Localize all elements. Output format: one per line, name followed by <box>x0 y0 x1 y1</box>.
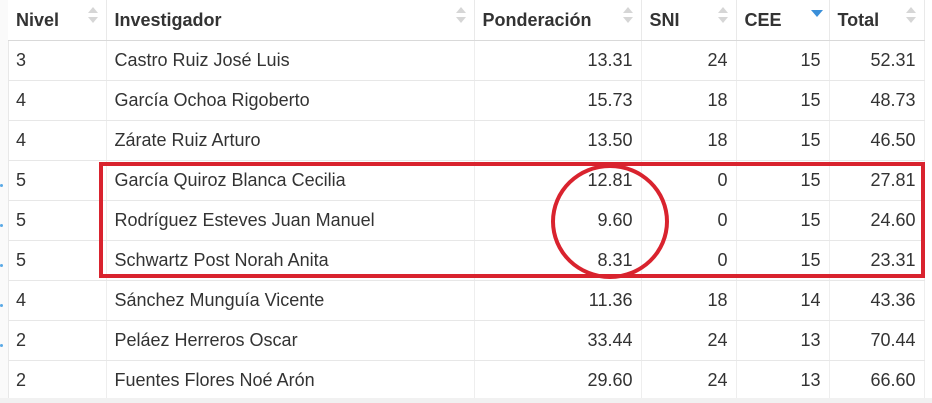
cell-total: 66.60 <box>829 360 925 401</box>
cell-investigador: Sánchez Munguía Vicente <box>106 280 475 321</box>
cell-sni: 24 <box>641 360 737 401</box>
cell-ponderacion: 8.31 <box>474 240 642 281</box>
cell-sni: 24 <box>641 40 737 81</box>
cell-investigador: García Ochoa Rigoberto <box>106 80 475 121</box>
cell-ponderacion: 11.36 <box>474 280 642 321</box>
cell-cee: 15 <box>736 160 830 201</box>
table-row[interactable]: 3 Castro Ruiz José Luis 13.31 24 15 52.3… <box>8 40 925 81</box>
row-marker-icon <box>0 344 3 347</box>
column-header-investigador[interactable]: Investigador <box>106 0 475 41</box>
table-row[interactable]: 4 García Ochoa Rigoberto 15.73 18 15 48.… <box>8 80 925 121</box>
cell-total: 43.36 <box>829 280 925 321</box>
table-row[interactable]: 5 Rodríguez Esteves Juan Manuel 9.60 0 1… <box>8 200 925 241</box>
table-row[interactable]: 2 Peláez Herreros Oscar 33.44 24 13 70.4… <box>8 320 925 361</box>
column-header-label: Nivel <box>16 9 60 30</box>
cell-cee: 13 <box>736 320 830 361</box>
column-header-label: Ponderación <box>482 9 592 30</box>
cell-sni: 0 <box>641 200 737 241</box>
cell-sni: 18 <box>641 120 737 161</box>
cell-investigador: Peláez Herreros Oscar <box>106 320 475 361</box>
horizontal-scrollbar[interactable] <box>0 398 932 403</box>
cell-cee: 15 <box>736 240 830 281</box>
cell-total: 27.81 <box>829 160 925 201</box>
header-row: Nivel Investigador Ponderación SNI CEE T… <box>8 0 925 41</box>
cell-investigador: Rodríguez Esteves Juan Manuel <box>106 200 475 241</box>
cell-ponderacion: 13.50 <box>474 120 642 161</box>
row-marker-icon <box>0 304 3 307</box>
table-body: 3 Castro Ruiz José Luis 13.31 24 15 52.3… <box>8 40 925 401</box>
row-marker-icon <box>0 224 3 227</box>
cell-total: 24.60 <box>829 200 925 241</box>
cell-nivel: 5 <box>8 200 107 241</box>
table-row[interactable]: 4 Zárate Ruiz Arturo 13.50 18 15 46.50 <box>8 120 925 161</box>
cell-cee: 13 <box>736 360 830 401</box>
cell-ponderacion: 9.60 <box>474 200 642 241</box>
data-table: Nivel Investigador Ponderación SNI CEE T… <box>8 0 925 401</box>
cell-total: 46.50 <box>829 120 925 161</box>
sort-icon[interactable] <box>905 6 916 26</box>
column-header-total[interactable]: Total <box>829 0 925 41</box>
sort-icon[interactable] <box>87 6 98 26</box>
cell-ponderacion: 15.73 <box>474 80 642 121</box>
column-header-nivel[interactable]: Nivel <box>8 0 107 41</box>
cell-nivel: 2 <box>8 360 107 401</box>
row-marker-icon <box>0 184 3 187</box>
column-header-label: Total <box>837 9 880 30</box>
cell-nivel: 4 <box>8 80 107 121</box>
column-header-sni[interactable]: SNI <box>641 0 737 41</box>
cell-investigador: Zárate Ruiz Arturo <box>106 120 475 161</box>
cell-cee: 15 <box>736 200 830 241</box>
cell-nivel: 5 <box>8 240 107 281</box>
cell-investigador: Fuentes Flores Noé Arón <box>106 360 475 401</box>
sort-descending-icon[interactable] <box>810 6 823 26</box>
table-row[interactable]: 4 Sánchez Munguía Vicente 11.36 18 14 43… <box>8 280 925 321</box>
cell-cee: 15 <box>736 120 830 161</box>
cell-total: 48.73 <box>829 80 925 121</box>
cell-total: 70.44 <box>829 320 925 361</box>
cell-ponderacion: 13.31 <box>474 40 642 81</box>
cell-sni: 24 <box>641 320 737 361</box>
data-table-container: Nivel Investigador Ponderación SNI CEE T… <box>0 0 932 403</box>
cell-total: 23.31 <box>829 240 925 281</box>
cell-investigador: Schwartz Post Norah Anita <box>106 240 475 281</box>
column-header-label: Investigador <box>114 9 222 30</box>
column-header-cee[interactable]: CEE <box>736 0 830 41</box>
cell-sni: 0 <box>641 160 737 201</box>
cell-nivel: 4 <box>8 280 107 321</box>
sort-icon[interactable] <box>455 6 466 26</box>
cell-nivel: 3 <box>8 40 107 81</box>
sort-icon[interactable] <box>717 6 728 26</box>
column-header-label: SNI <box>649 9 680 30</box>
cell-nivel: 5 <box>8 160 107 201</box>
table-row[interactable]: 5 García Quiroz Blanca Cecilia 12.81 0 1… <box>8 160 925 201</box>
cell-sni: 0 <box>641 240 737 281</box>
sort-icon[interactable] <box>622 6 633 26</box>
column-header-ponderacion[interactable]: Ponderación <box>474 0 642 41</box>
cell-cee: 15 <box>736 80 830 121</box>
cell-ponderacion: 29.60 <box>474 360 642 401</box>
cell-ponderacion: 33.44 <box>474 320 642 361</box>
cell-cee: 15 <box>736 40 830 81</box>
table-header: Nivel Investigador Ponderación SNI CEE T… <box>8 0 925 41</box>
cell-nivel: 2 <box>8 320 107 361</box>
column-header-label: CEE <box>744 9 782 30</box>
table-row[interactable]: 2 Fuentes Flores Noé Arón 29.60 24 13 66… <box>8 360 925 401</box>
cell-total: 52.31 <box>829 40 925 81</box>
cell-sni: 18 <box>641 80 737 121</box>
cell-cee: 14 <box>736 280 830 321</box>
row-marker-icon <box>0 264 3 267</box>
table-row[interactable]: 5 Schwartz Post Norah Anita 8.31 0 15 23… <box>8 240 925 281</box>
cell-nivel: 4 <box>8 120 107 161</box>
cell-investigador: Castro Ruiz José Luis <box>106 40 475 81</box>
cell-ponderacion: 12.81 <box>474 160 642 201</box>
cell-sni: 18 <box>641 280 737 321</box>
cell-investigador: García Quiroz Blanca Cecilia <box>106 160 475 201</box>
